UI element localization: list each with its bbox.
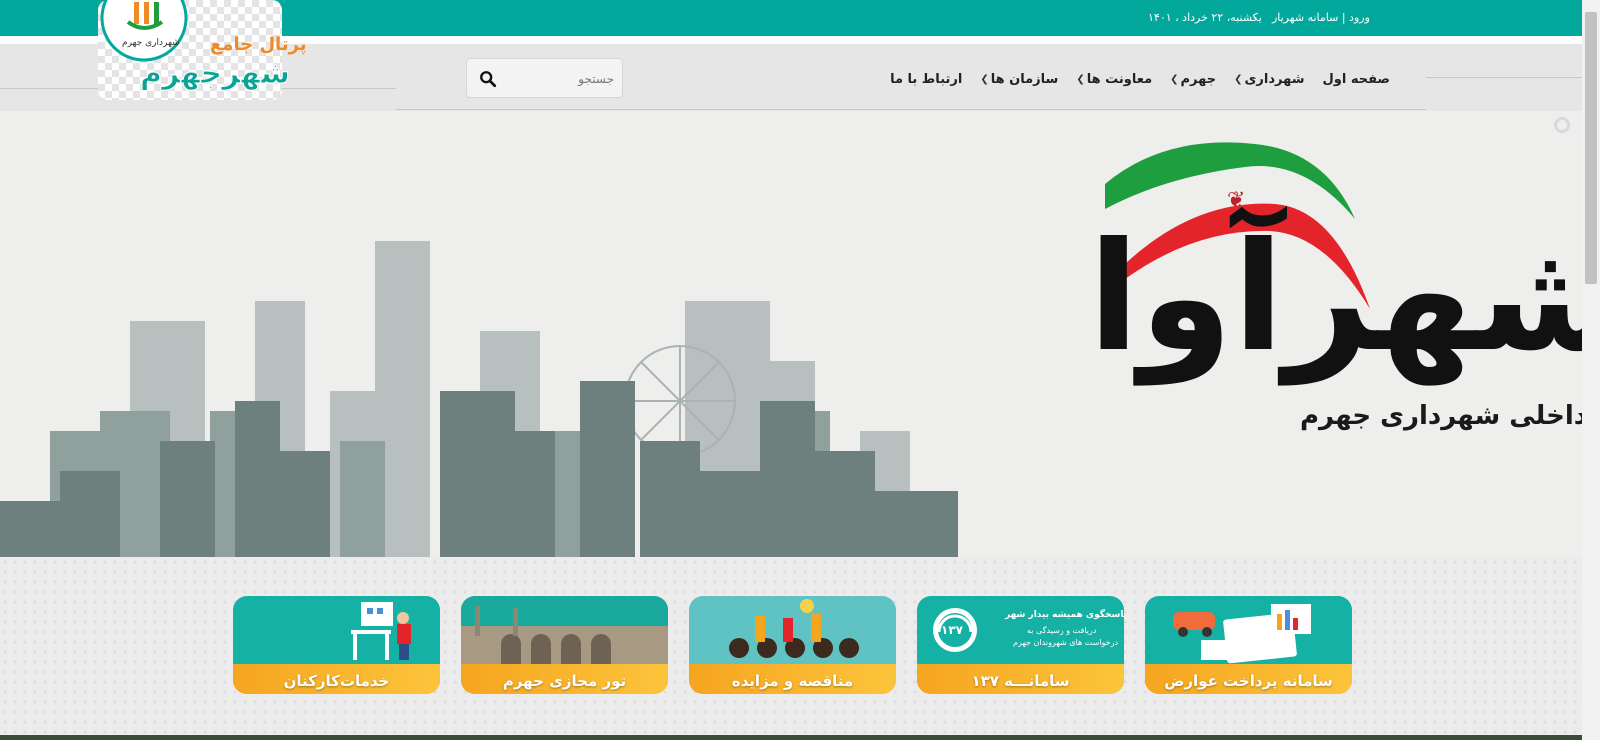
main-menu: صفحه اول شهرداری ❯ جهرم ❯ معاونت ها ❯ سازما… <box>890 68 1390 90</box>
scrollbar-thumb[interactable] <box>1585 12 1597 284</box>
chevron-down-icon: ❯ <box>1170 73 1179 85</box>
divider <box>1426 77 1582 78</box>
tile-label: تور مجازی جهرم <box>502 672 627 690</box>
auction-crowd-icon <box>729 599 859 658</box>
menu-item-jahrom[interactable]: جهرم ❯ <box>1170 72 1216 87</box>
tile-label: خدمات‌کارکنان <box>283 672 390 690</box>
tile-subtext: درخواست های شهروندان جهرم <box>1013 638 1119 647</box>
chevron-down-icon: ❯ <box>1234 73 1243 85</box>
menu-label: معاونت ها <box>1086 71 1153 87</box>
menu-label: صفحه اول <box>1322 71 1390 87</box>
menu-label: سازمان ها <box>990 71 1059 87</box>
tile-label: مناقصه و مزایده <box>731 672 854 690</box>
divider <box>396 109 1426 110</box>
scrollbar[interactable] <box>1582 0 1600 740</box>
badge-137: ۱۳۷ <box>941 623 963 637</box>
logo-line1: پرتال جامع <box>210 34 307 55</box>
tile-subtext: دریافت و رسیدگی به <box>1027 626 1097 635</box>
login-link[interactable]: ورود | سامانه شهریار <box>1272 11 1370 24</box>
date-text: یکشنبه، ۲۲ خرداد ، ۱۴۰۱ <box>1148 11 1262 24</box>
menu-item-contact[interactable]: ارتباط با ما <box>890 72 962 87</box>
tile-label: سامانـــه ۱۳۷ <box>971 672 1070 690</box>
tile-virtual-tour[interactable]: تور مجازی جهرم <box>461 596 668 694</box>
tile-payment-fees[interactable]: سامانه پرداخت عوارض <box>1145 596 1352 694</box>
tile-137-system[interactable]: ۱۳۷ پاسخگوی همیشه بیدار شهر دریافت و رسی… <box>917 596 1124 694</box>
tile-label: سامانه پرداخت عوارض <box>1164 672 1333 690</box>
menu-label: ارتباط با ما <box>890 71 963 87</box>
footer-strip <box>0 735 1582 740</box>
bridge-photo-icon <box>461 596 668 664</box>
menu-item-municipality[interactable]: شهرداری ❯ <box>1234 72 1304 87</box>
search-icon[interactable] <box>479 70 497 88</box>
hero-subtitle: گاهنامه داخلی شهرداری جهرم <box>1300 401 1582 431</box>
search-input[interactable] <box>504 68 614 90</box>
chevron-down-icon: ❯ <box>1076 73 1085 85</box>
logo-line2: شهرجهرم <box>139 56 291 92</box>
menu-label: جهرم <box>1180 71 1217 87</box>
menu-item-organizations[interactable]: سازمان ها ❯ <box>980 72 1058 87</box>
site-logo[interactable]: شهرداری جهرم پرتال جامع شهرجهرم <box>98 0 307 100</box>
menu-label: شهرداری <box>1244 71 1305 87</box>
city-skyline-illustration <box>0 241 958 557</box>
search-box <box>466 58 623 98</box>
tile-tender-auction[interactable]: مناقصه و مزایده <box>689 596 896 694</box>
menu-item-home[interactable]: صفحه اول <box>1322 72 1390 87</box>
hero-title: شهرآوا <box>1088 211 1582 385</box>
svg-text:❦: ❦ <box>1227 188 1245 213</box>
tile-headline: پاسخگوی همیشه بیدار شهر <box>1005 610 1124 620</box>
slider-indicator-icon[interactable] <box>1554 117 1570 133</box>
logo-seal-text: شهرداری جهرم <box>122 38 180 48</box>
tile-staff-services[interactable]: خدمات‌کارکنان <box>233 596 440 694</box>
payment-illustration-icon <box>1173 604 1311 664</box>
hero-banner: ❦ شهرآوا گاهنامه داخلی شهرداری جهرم <box>0 111 1582 557</box>
menu-item-deputies[interactable]: معاونت ها ❯ <box>1076 72 1152 87</box>
office-worker-icon <box>351 602 411 660</box>
chevron-down-icon: ❯ <box>980 73 989 85</box>
